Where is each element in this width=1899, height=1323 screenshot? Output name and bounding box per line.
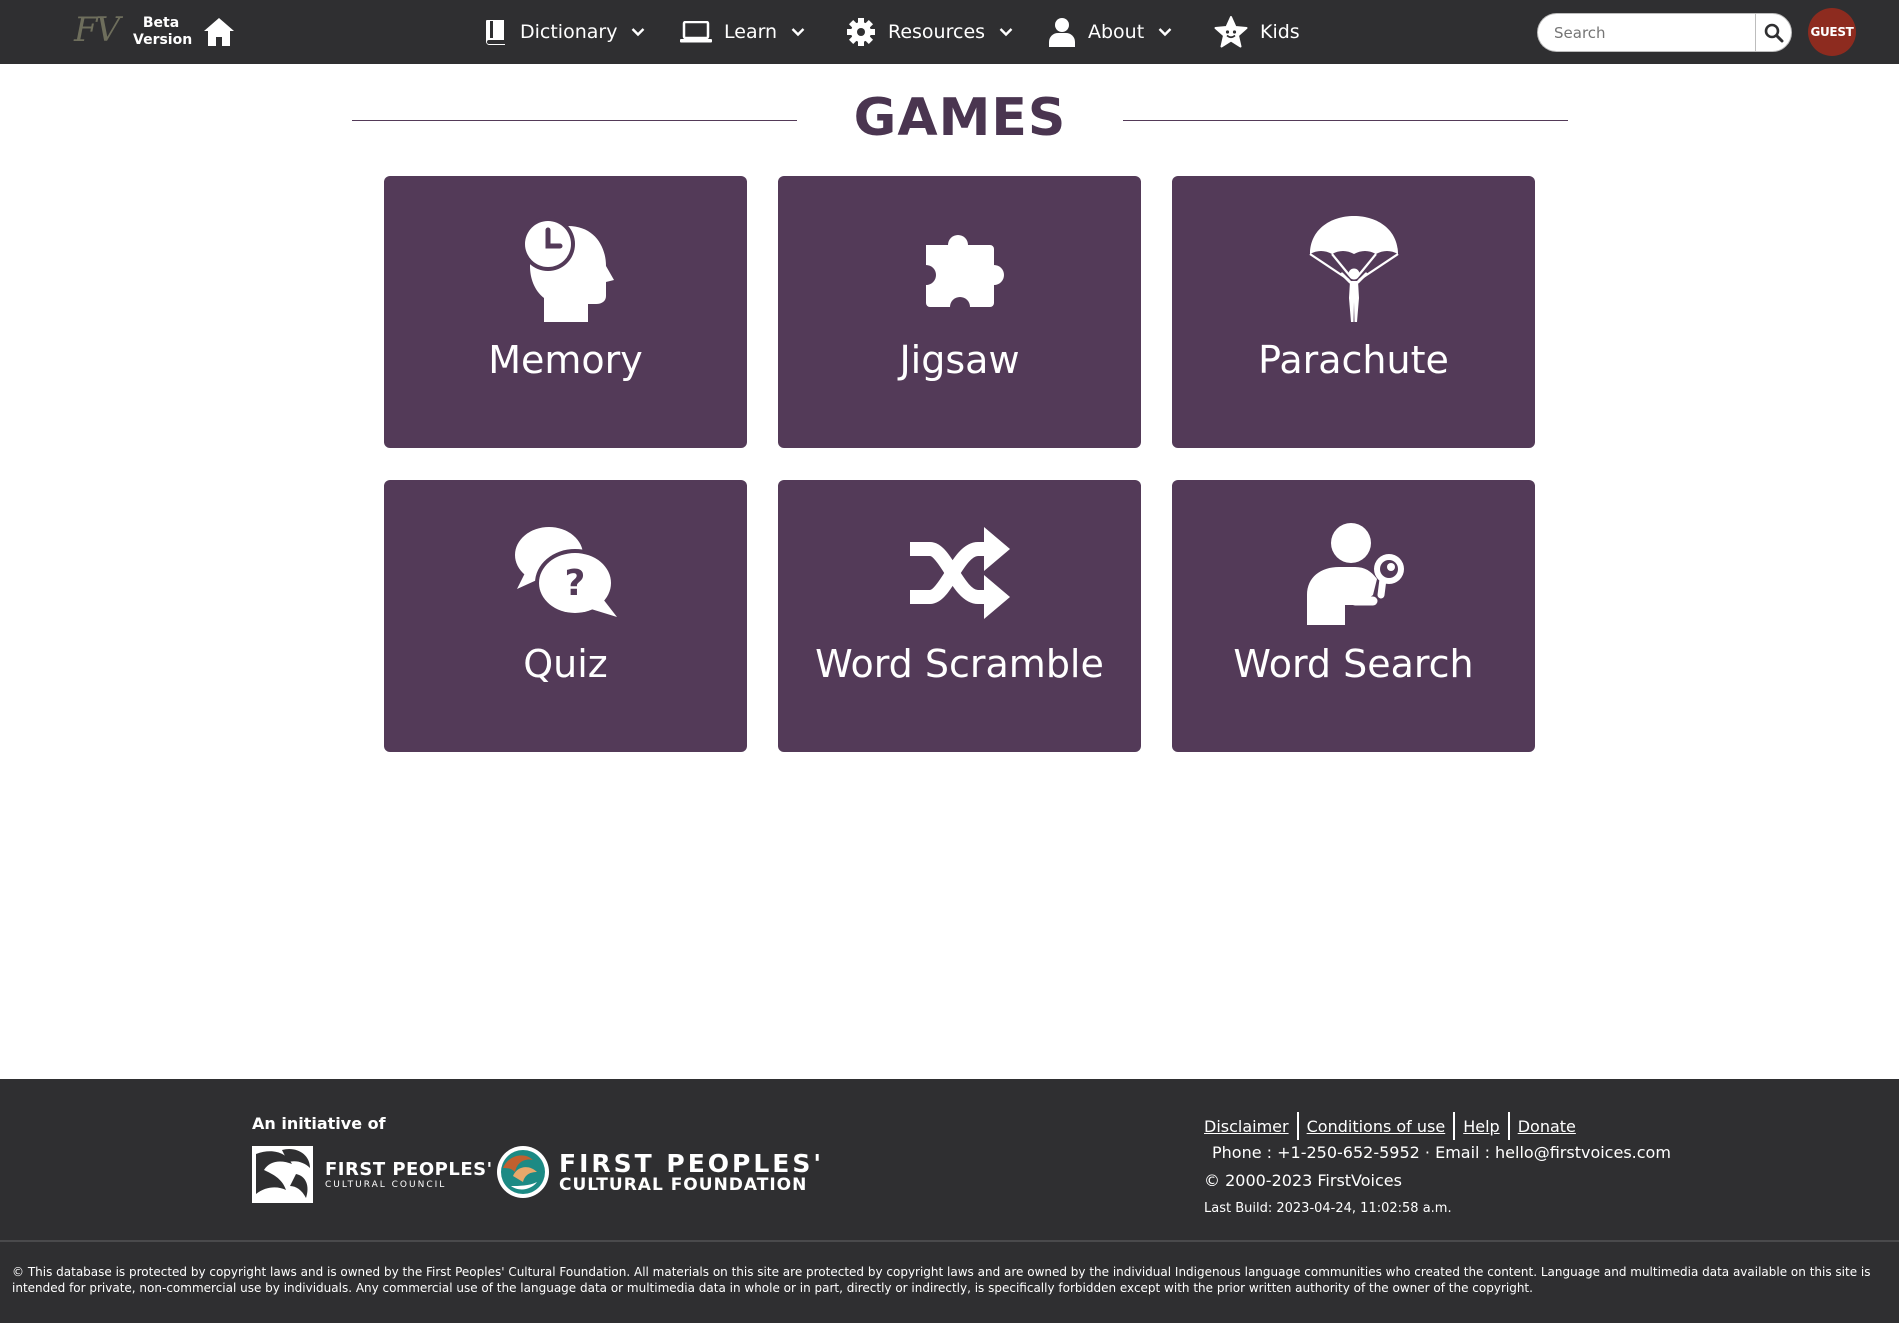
page-title: GAMES (853, 88, 1067, 148)
firstvoices-logo[interactable]: FV (74, 10, 120, 50)
shuffle-icon (909, 527, 1010, 619)
beta-version-label: Beta Version (133, 15, 193, 48)
fpcc-logo[interactable]: FIRST PEOPLES' CULTURAL COUNCIL (252, 1146, 493, 1203)
home-icon (204, 18, 234, 46)
nav-learn[interactable]: Learn (680, 0, 805, 64)
donate-link[interactable]: Donate (1518, 1117, 1576, 1136)
game-tile-jigsaw[interactable]: Jigsaw (778, 176, 1141, 448)
footer-divider (0, 1240, 1899, 1242)
contact-info: Phone : +1-250-652-5952 · Email : hello@… (1212, 1143, 1671, 1162)
fpcf-name: FIRST PEOPLES' (559, 1148, 825, 1178)
fpcf-subtitle: CULTURAL FOUNDATION (559, 1174, 808, 1195)
footer-links: Disclaimer Conditions of use Help Donate (1204, 1112, 1576, 1140)
game-label: Word Search (1233, 642, 1474, 686)
game-label: Quiz (523, 642, 608, 686)
game-tile-word-scramble[interactable]: Word Scramble (778, 480, 1141, 752)
search-button[interactable] (1755, 13, 1792, 52)
nav-kids-label: Kids (1260, 21, 1300, 43)
game-label: Jigsaw (899, 338, 1020, 382)
game-label: Word Scramble (815, 642, 1104, 686)
user-icon (1048, 17, 1076, 47)
legal-notice: © This database is protected by copyrigh… (12, 1265, 1871, 1295)
title-divider-left (352, 120, 797, 121)
chevron-down-icon (999, 27, 1013, 37)
game-tile-memory[interactable]: Memory (384, 176, 747, 448)
fpcf-logo-icon (497, 1146, 549, 1198)
link-separator (1507, 1112, 1510, 1140)
site-footer: An initiative of FIRST PEOPLES' CULTURAL… (0, 1079, 1899, 1323)
laptop-icon (680, 21, 712, 43)
conditions-of-use-link[interactable]: Conditions of use (1307, 1117, 1446, 1136)
search-icon (1764, 23, 1783, 42)
nav-resources[interactable]: Resources (846, 0, 1013, 64)
help-link[interactable]: Help (1463, 1117, 1499, 1136)
link-separator (1453, 1112, 1456, 1140)
person-magnifier-icon (1306, 523, 1404, 625)
fpcc-logo-icon (252, 1146, 313, 1203)
chevron-down-icon (631, 27, 645, 37)
home-button[interactable] (200, 14, 238, 50)
user-avatar[interactable]: GUEST (1808, 8, 1856, 56)
initiative-label: An initiative of (252, 1114, 386, 1133)
star-face-icon (1214, 16, 1248, 48)
nav-about-label: About (1088, 21, 1145, 43)
fpcc-name: FIRST PEOPLES' (325, 1159, 493, 1180)
svg-text:?: ? (564, 563, 585, 604)
copyright-text: © 2000-2023 FirstVoices (1204, 1171, 1402, 1190)
book-icon (484, 18, 508, 46)
nav-dictionary-label: Dictionary (520, 21, 618, 43)
chevron-down-icon (791, 27, 805, 37)
puzzle-piece-icon (925, 234, 1004, 307)
head-clock-icon (520, 217, 614, 322)
last-build-text: Last Build: 2023-04-24, 11:02:58 a.m. (1204, 1201, 1452, 1216)
title-divider-right (1123, 120, 1568, 121)
nav-learn-label: Learn (724, 21, 778, 43)
game-label: Memory (488, 338, 643, 382)
chevron-down-icon (1158, 27, 1172, 37)
search-input[interactable] (1537, 13, 1756, 52)
disclaimer-link[interactable]: Disclaimer (1204, 1117, 1289, 1136)
fpcc-subtitle: CULTURAL COUNCIL (325, 1180, 447, 1190)
gear-icon (846, 17, 876, 47)
game-label: Parachute (1258, 338, 1449, 382)
game-tile-parachute[interactable]: Parachute (1172, 176, 1535, 448)
nav-resources-label: Resources (888, 21, 986, 43)
nav-dictionary[interactable]: Dictionary (484, 0, 645, 64)
game-tile-word-search[interactable]: Word Search (1172, 480, 1535, 752)
top-navigation-bar: FV Beta Version Dictionary Learn Resourc… (0, 0, 1899, 64)
question-bubbles-icon: ? (514, 527, 617, 617)
nav-about[interactable]: About (1048, 0, 1172, 64)
link-separator (1296, 1112, 1299, 1140)
game-tile-quiz[interactable]: ? Quiz (384, 480, 747, 752)
nav-kids[interactable]: Kids (1214, 0, 1300, 64)
fpcf-logo[interactable]: FIRST PEOPLES' CULTURAL FOUNDATION (497, 1146, 824, 1198)
parachute-icon (1308, 216, 1399, 322)
